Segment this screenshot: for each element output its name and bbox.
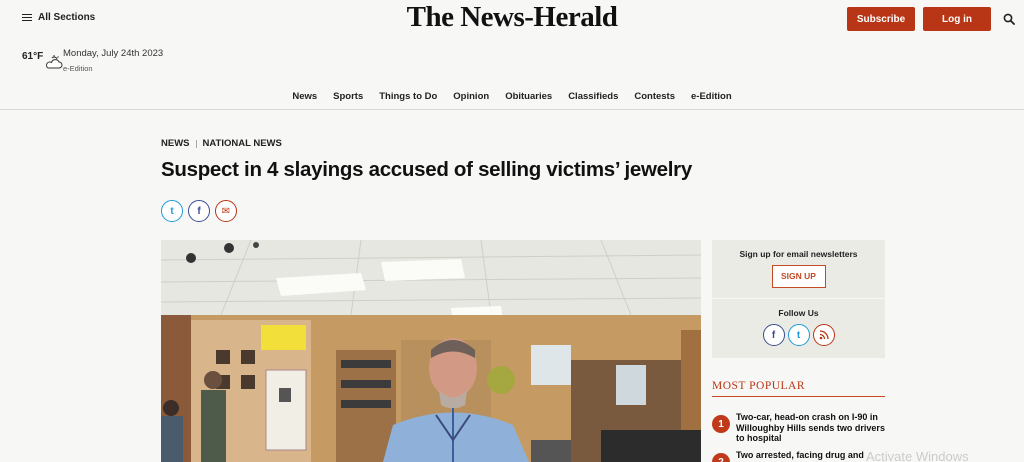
facebook-icon: f (197, 205, 201, 217)
share-email-button[interactable]: ✉ (215, 200, 237, 222)
share-buttons: t f ✉ (161, 200, 237, 222)
most-popular-heading: MOST POPULAR (712, 380, 806, 392)
email-icon: ✉ (221, 205, 231, 217)
popular-rank: 1 (712, 415, 730, 433)
popular-item-title[interactable]: Two-car, head-on crash on I-90 in Willou… (736, 412, 886, 444)
follow-us-box: Follow Us f t (712, 299, 885, 358)
follow-title: Follow Us (778, 308, 819, 318)
site-header: All Sections The News-Herald Subscribe L… (0, 0, 1024, 110)
login-button[interactable]: Log in (923, 7, 991, 31)
nav-item-obituaries[interactable]: Obituaries (505, 91, 552, 102)
weather-temp: 61°F (22, 51, 44, 62)
nav-item-eedition[interactable]: e-Edition (691, 91, 732, 102)
nav-item-sports[interactable]: Sports (333, 91, 363, 102)
follow-facebook-button[interactable]: f (762, 324, 785, 346)
follow-icons: f t (712, 324, 885, 346)
newsletter-title: Sign up for email newsletters (739, 249, 858, 259)
nav-item-news[interactable]: News (292, 91, 317, 102)
nav-item-classifieds[interactable]: Classifieds (568, 91, 618, 102)
nav-item-things-to-do[interactable]: Things to Do (379, 91, 437, 102)
popular-item[interactable]: 1 Two-car, head-on crash on I-90 in Will… (712, 412, 886, 444)
nav-item-contests[interactable]: Contests (634, 91, 675, 102)
popular-item-title[interactable]: Two arrested, facing drug and (736, 450, 886, 462)
breadcrumb-news[interactable]: NEWS (161, 138, 190, 149)
activate-windows-watermark: Activate Windows (866, 449, 969, 462)
weather-widget[interactable]: 61°F (22, 50, 63, 69)
share-facebook-button[interactable]: f (188, 200, 210, 222)
facebook-icon: f (771, 329, 776, 341)
date-block: Monday, July 24th 2023 e-Edition (63, 48, 163, 73)
eedition-link[interactable]: e-Edition (63, 64, 163, 73)
twitter-icon: t (796, 329, 801, 341)
breadcrumb-national-news[interactable]: NATIONAL NEWS (203, 138, 282, 149)
article-photo[interactable] (161, 240, 701, 462)
current-date: Monday, July 24th 2023 (63, 48, 164, 59)
breadcrumb-separator (195, 139, 197, 148)
newsletter-signup-box: Sign up for email newsletters SIGN UP (712, 240, 885, 298)
rss-icon (819, 330, 829, 340)
popular-rank: 2 (712, 453, 730, 462)
partly-cloudy-icon (46, 55, 63, 69)
search-icon[interactable] (1003, 13, 1015, 25)
nav-item-opinion[interactable]: Opinion (453, 91, 489, 102)
twitter-icon: t (170, 205, 174, 217)
most-popular-divider (712, 396, 885, 397)
popular-item[interactable]: 2 Two arrested, facing drug and (712, 450, 886, 462)
article-headline: Suspect in 4 slayings accused of selling… (161, 158, 692, 181)
main-nav: News Sports Things to Do Opinion Obituar… (0, 91, 1024, 102)
share-twitter-button[interactable]: t (161, 200, 183, 222)
breadcrumb: NEWS NATIONAL NEWS (161, 138, 282, 149)
signup-button[interactable]: SIGN UP (771, 265, 826, 288)
subscribe-button[interactable]: Subscribe (847, 7, 915, 31)
follow-rss-button[interactable] (812, 324, 835, 346)
follow-twitter-button[interactable]: t (787, 324, 810, 346)
